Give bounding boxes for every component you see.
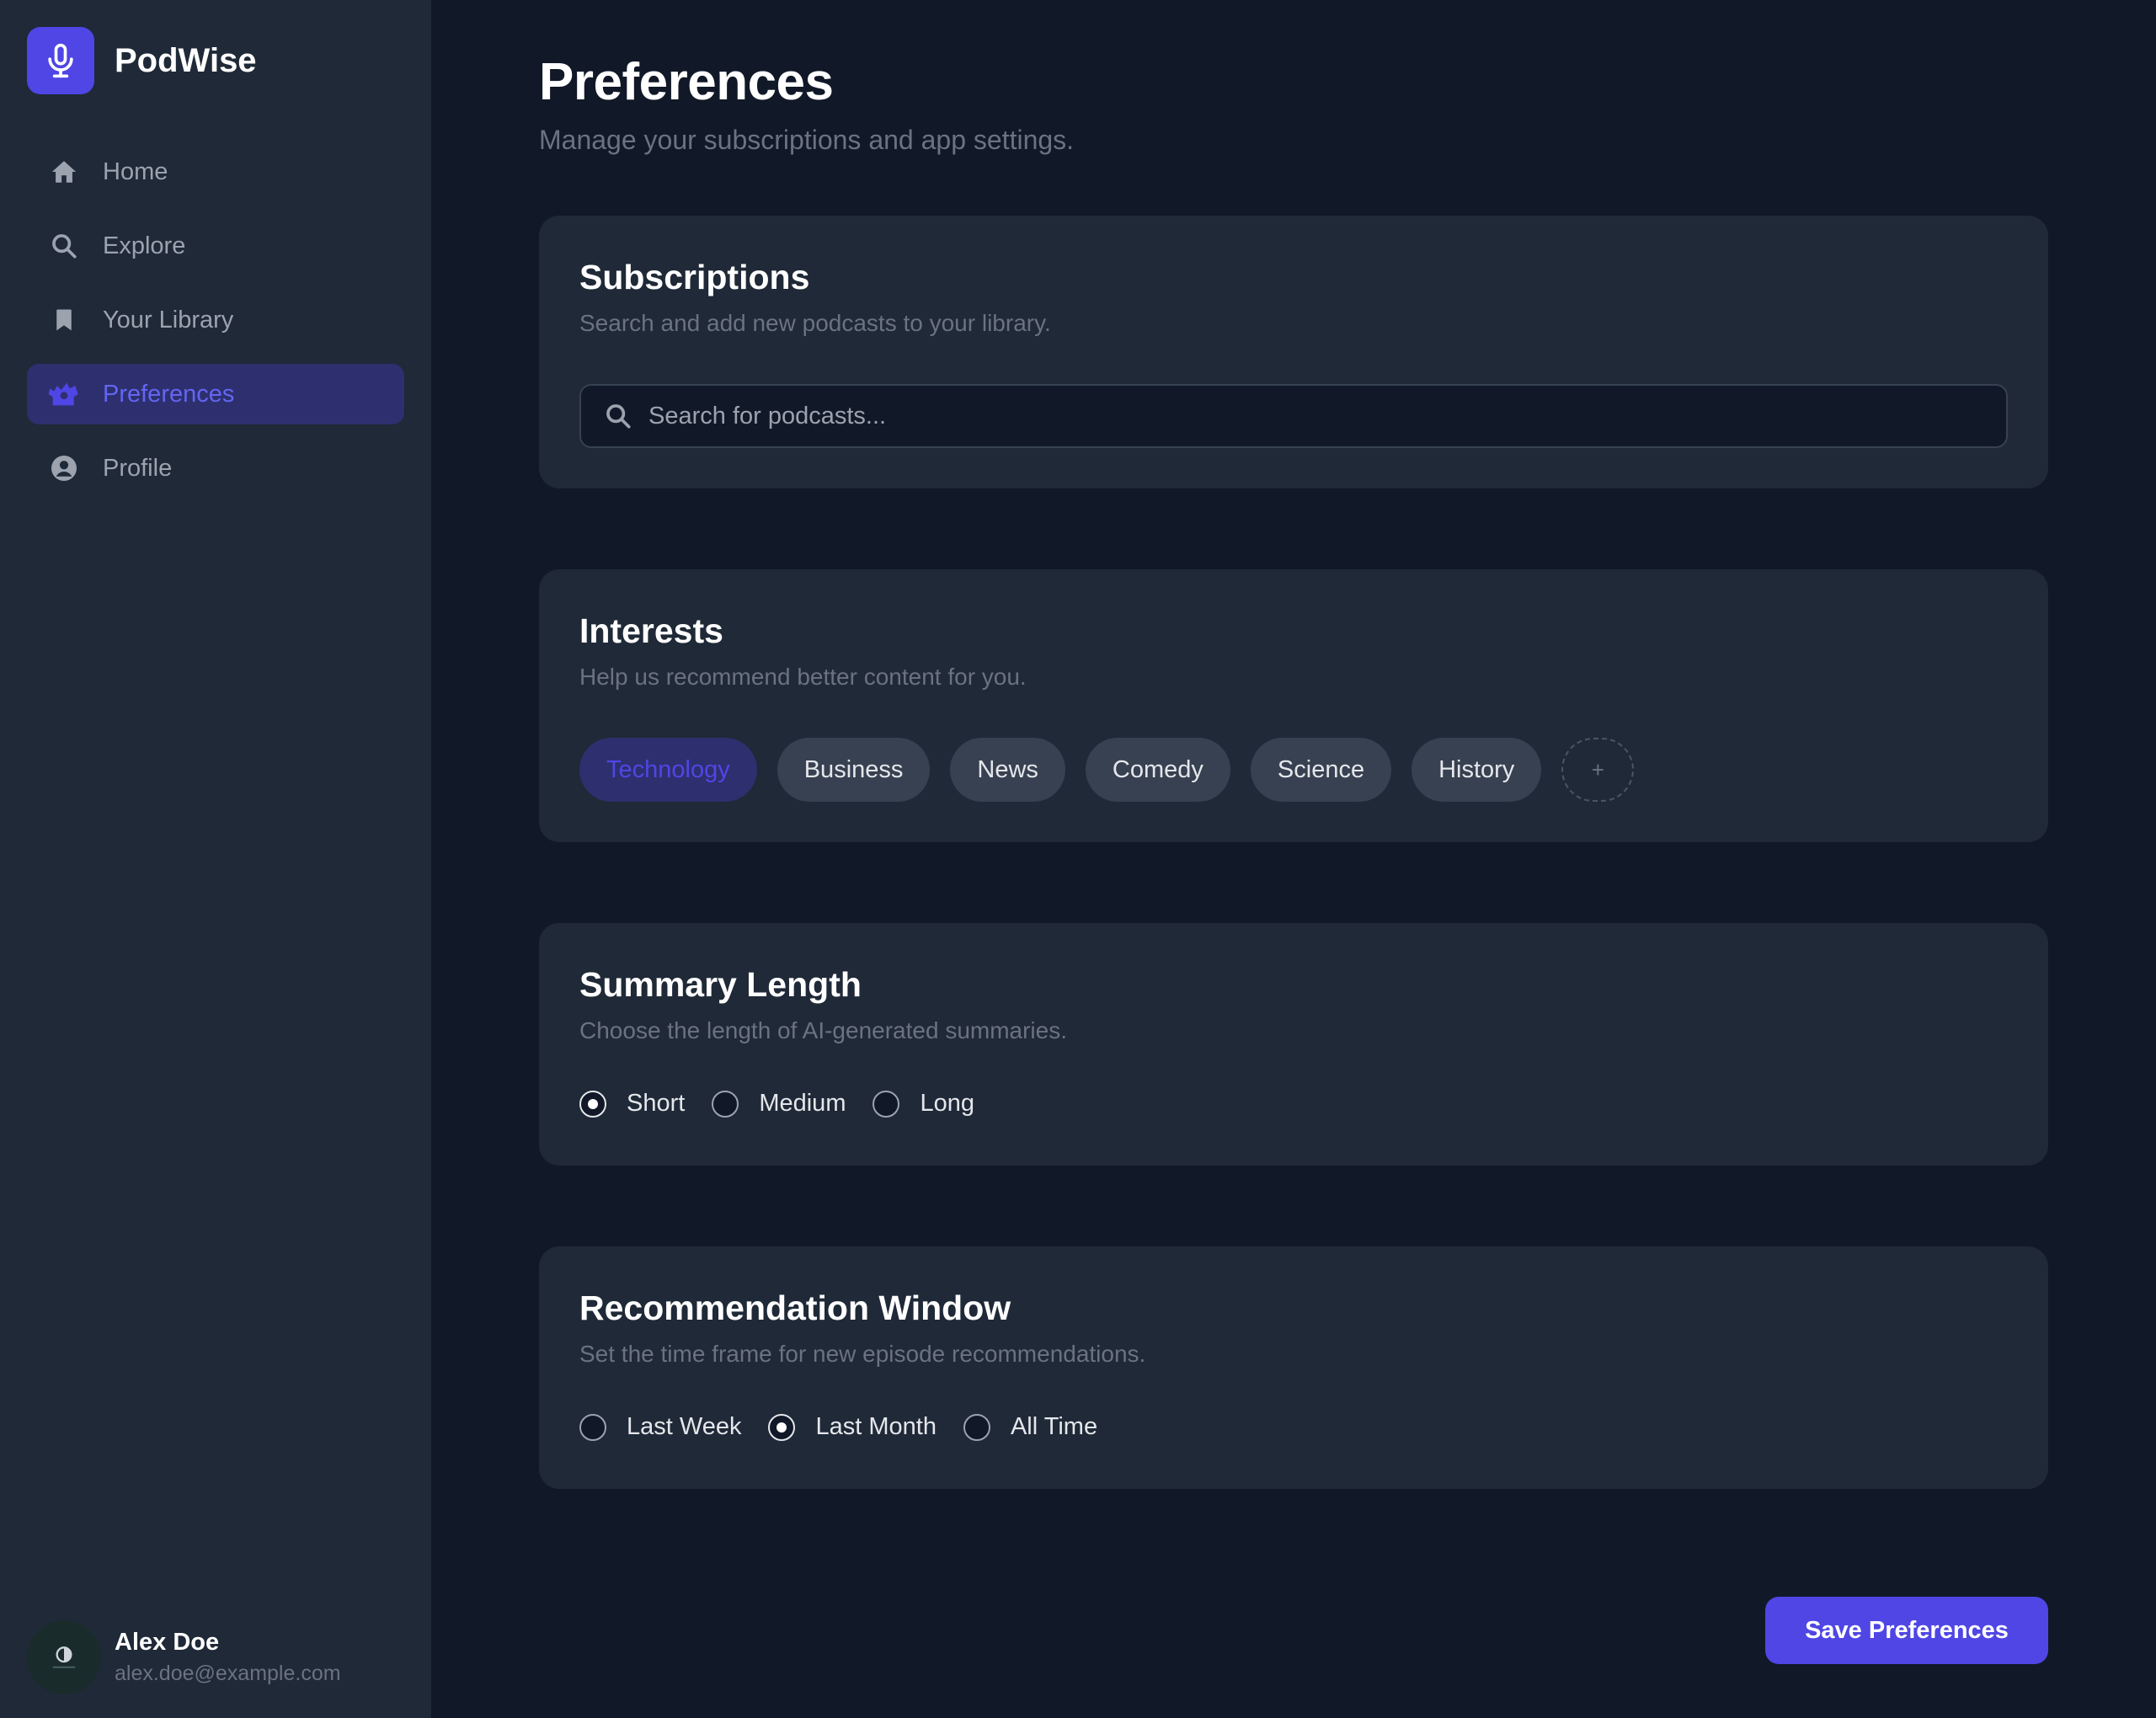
radio-label: Short: [627, 1090, 686, 1117]
summary-length-option-medium[interactable]: Medium: [712, 1090, 846, 1118]
recommendation-window-subtitle: Set the time frame for new episode recom…: [579, 1341, 1146, 1367]
radio-button[interactable]: [873, 1090, 900, 1118]
save-preferences-button[interactable]: Save Preferences: [1765, 1597, 2048, 1664]
user-name: Alex Doe: [115, 1629, 220, 1656]
sidebar-item-label: Home: [103, 157, 168, 185]
page-subtitle: Manage your subscriptions and app settin…: [539, 125, 1075, 155]
interest-tags: Technology Business News Comedy Science …: [579, 738, 1635, 802]
page-title: Preferences: [539, 53, 834, 111]
sidebar-nav: Home Explore Your Library Preferences Pr…: [27, 141, 404, 512]
summary-length-options: Short Medium Long: [579, 1090, 1001, 1118]
summary-length-option-short[interactable]: Short: [579, 1090, 685, 1118]
radio-button[interactable]: [712, 1090, 739, 1118]
recommendation-window-options: Last Week Last Month All Time: [579, 1413, 1124, 1441]
user-card[interactable]: Alex Doe alex.doe@example.com: [27, 1620, 341, 1694]
radio-label: Last Week: [627, 1413, 742, 1440]
radio-button[interactable]: [768, 1413, 796, 1441]
interest-tag-history[interactable]: History: [1412, 738, 1542, 802]
podcast-search-box[interactable]: [579, 384, 2008, 448]
interest-tag-business[interactable]: Business: [776, 738, 931, 802]
sidebar-item-explore[interactable]: Explore: [27, 216, 404, 276]
recommendation-option-last-week[interactable]: Last Week: [579, 1413, 741, 1441]
recommendation-option-last-month[interactable]: Last Month: [768, 1413, 937, 1441]
radio-label: All Time: [1010, 1413, 1098, 1440]
radio-button[interactable]: [579, 1413, 606, 1441]
interest-tag-news[interactable]: News: [950, 738, 1065, 802]
brand-name: PodWise: [115, 41, 257, 79]
microphone-icon: [27, 27, 94, 94]
sidebar-item-label: Profile: [103, 454, 173, 482]
radio-label: Medium: [759, 1090, 846, 1117]
avatar: [27, 1620, 101, 1694]
brand[interactable]: PodWise: [27, 27, 257, 94]
recommendation-window-title: Recommendation Window: [579, 1288, 1011, 1327]
search-icon: [47, 229, 81, 263]
radio-label: Long: [920, 1090, 974, 1117]
add-interest-button[interactable]: +: [1561, 738, 1635, 802]
summary-length-subtitle: Choose the length of AI-generated summar…: [579, 1017, 1068, 1043]
subscriptions-subtitle: Search and add new podcasts to your libr…: [579, 310, 1051, 336]
user-email: alex.doe@example.com: [115, 1662, 341, 1685]
radio-button[interactable]: [963, 1413, 990, 1441]
radio-label: Last Month: [815, 1413, 937, 1440]
sidebar-item-label: Preferences: [103, 380, 235, 408]
sidebar-item-label: Your Library: [103, 306, 234, 333]
interest-tag-science[interactable]: Science: [1250, 738, 1392, 802]
radio-button[interactable]: [579, 1090, 606, 1118]
sidebar-item-library[interactable]: Your Library: [27, 290, 404, 350]
interests-title: Interests: [579, 611, 723, 650]
interests-card: Interests Help us recommend better conte…: [539, 569, 2048, 842]
sidebar: PodWise Home Explore Your Library Prefer…: [0, 0, 431, 1718]
preferences-icon: [47, 377, 81, 411]
user-circle-icon: [47, 451, 81, 485]
sidebar-item-label: Explore: [103, 232, 186, 259]
summary-length-option-long[interactable]: Long: [873, 1090, 974, 1118]
podcast-search-input[interactable]: [648, 386, 2006, 446]
sidebar-item-profile[interactable]: Profile: [27, 438, 404, 499]
sidebar-item-home[interactable]: Home: [27, 141, 404, 202]
home-icon: [47, 155, 81, 189]
subscriptions-card: Subscriptions Search and add new podcast…: [539, 216, 2048, 488]
recommendation-window-card: Recommendation Window Set the time frame…: [539, 1246, 2048, 1489]
bookmark-icon: [47, 303, 81, 337]
interests-subtitle: Help us recommend better content for you…: [579, 664, 1027, 690]
summary-length-card: Summary Length Choose the length of AI-g…: [539, 923, 2048, 1166]
search-icon: [601, 399, 635, 433]
recommendation-option-all-time[interactable]: All Time: [963, 1413, 1097, 1441]
summary-length-title: Summary Length: [579, 965, 862, 1004]
subscriptions-title: Subscriptions: [579, 258, 810, 296]
sidebar-item-preferences[interactable]: Preferences: [27, 364, 404, 424]
interest-tag-comedy[interactable]: Comedy: [1085, 738, 1230, 802]
interest-tag-technology[interactable]: Technology: [579, 738, 757, 802]
